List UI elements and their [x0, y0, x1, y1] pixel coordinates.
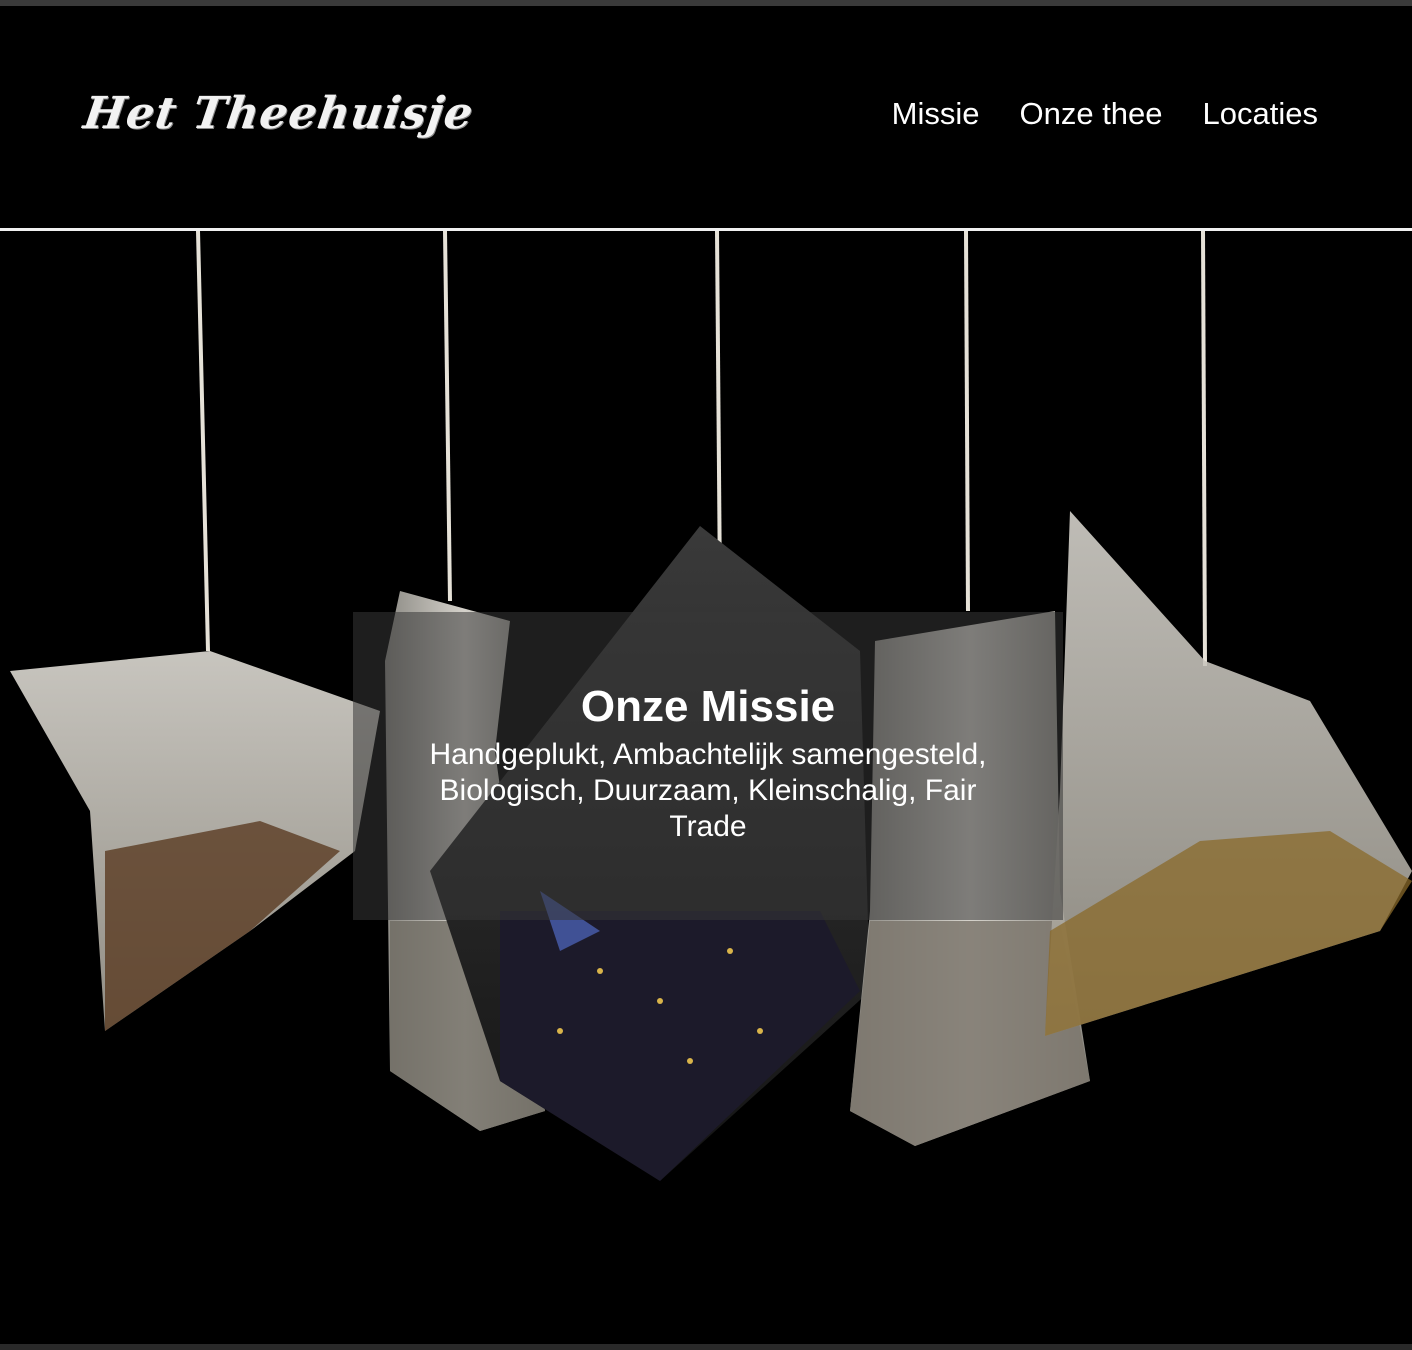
- nav-link-onze-thee[interactable]: Onze thee: [1019, 96, 1162, 132]
- nav-link-locaties[interactable]: Locaties: [1203, 96, 1318, 132]
- mission-box: Onze Missie Handgeplukt, Ambachtelijk sa…: [353, 612, 1063, 920]
- nav-link-missie[interactable]: Missie: [892, 96, 980, 132]
- mission-text: Handgeplukt, Ambachtelijk samengesteld, …: [429, 738, 987, 843]
- site-logo[interactable]: Het Theehuisje: [80, 88, 476, 139]
- hero-section: Onze Missie Handgeplukt, Ambachtelijk sa…: [0, 231, 1412, 1344]
- main-nav: Missie Onze thee Locaties: [892, 96, 1318, 132]
- window-bottom-border: [0, 1344, 1412, 1350]
- site-header: Het Theehuisje Missie Onze thee Locaties: [0, 6, 1412, 228]
- mission-title: Onze Missie: [580, 682, 836, 731]
